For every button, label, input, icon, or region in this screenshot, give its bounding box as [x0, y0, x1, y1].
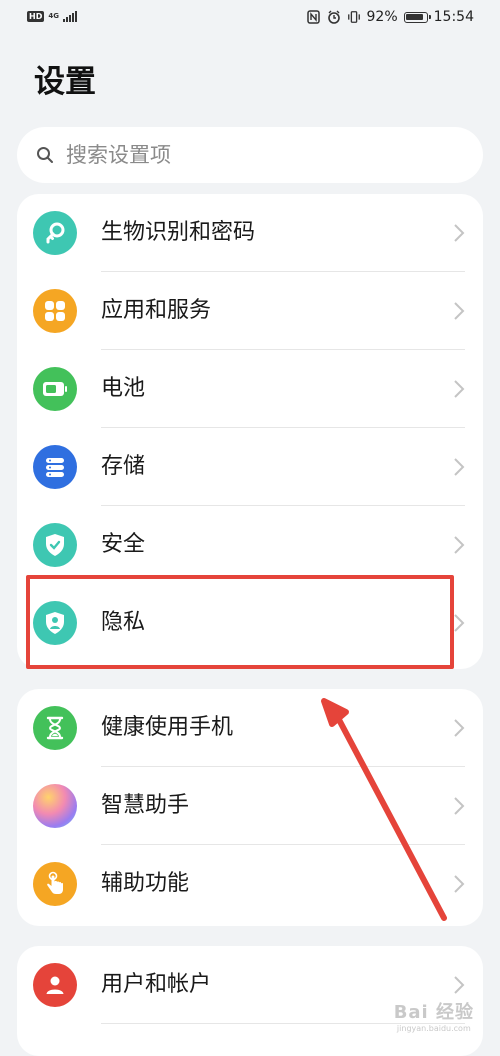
chevron-right-icon [454, 458, 465, 476]
status-bar: HD 4G 92% 15:54 [0, 0, 500, 40]
network-type: 4G [48, 11, 59, 20]
signal-icon [62, 10, 77, 22]
page-title: 设置 [34, 64, 96, 100]
settings-group-2: 健康使用手机 智慧助手 辅助功能 [17, 689, 483, 926]
assistant-orb-icon [33, 784, 77, 828]
settings-item-label: 智慧助手 [101, 793, 190, 818]
watermark-main: Bai 经验 [393, 1002, 474, 1023]
settings-item-label: 用户和帐户 [101, 972, 212, 997]
status-bar-right: 92% 15:54 [307, 9, 474, 25]
chevron-right-icon [454, 302, 465, 320]
settings-item-apps[interactable]: 应用和服务 [17, 272, 483, 350]
battery-icon [33, 367, 77, 411]
settings-item-digital-balance[interactable]: 健康使用手机 [17, 689, 483, 767]
storage-icon [33, 445, 77, 489]
search-bar[interactable] [17, 127, 483, 183]
chevron-right-icon [454, 380, 465, 398]
search-input[interactable] [64, 142, 448, 168]
user-icon [33, 963, 77, 1007]
battery-percent: 92% [366, 9, 398, 25]
settings-item-label: 安全 [101, 532, 146, 557]
apps-grid-icon [33, 289, 77, 333]
settings-item-label: 存储 [101, 454, 146, 479]
key-icon [33, 211, 77, 255]
hourglass-icon [33, 706, 77, 750]
highlight-box [26, 575, 454, 669]
chevron-right-icon [454, 719, 465, 737]
settings-item-label: 应用和服务 [101, 298, 212, 323]
chevron-right-icon [454, 224, 465, 242]
settings-item-label: 电池 [101, 376, 146, 401]
chevron-right-icon [454, 976, 465, 994]
clock: 15:54 [433, 9, 474, 25]
settings-item-battery[interactable]: 电池 [17, 350, 483, 428]
settings-item-storage[interactable]: 存储 [17, 428, 483, 506]
settings-item-biometrics[interactable]: 生物识别和密码 [17, 194, 483, 272]
settings-item-assistant[interactable]: 智慧助手 [17, 767, 483, 845]
chevron-right-icon [454, 536, 465, 554]
watermark: Bai 经验 jingyan.baidu.com [394, 998, 474, 1033]
battery-icon [403, 11, 431, 23]
vibrate-icon [347, 10, 361, 24]
chevron-right-icon [454, 614, 465, 632]
settings-item-accessibility[interactable]: 辅助功能 [17, 845, 483, 923]
settings-item-label: 生物识别和密码 [101, 220, 256, 245]
shield-check-icon [33, 523, 77, 567]
watermark-sub: jingyan.baidu.com [396, 1024, 471, 1033]
status-bar-left: HD 4G [27, 10, 77, 22]
settings-item-security[interactable]: 安全 [17, 506, 483, 584]
chevron-right-icon [454, 797, 465, 815]
hand-pointer-icon [33, 862, 77, 906]
hd-badge: HD [27, 10, 45, 22]
alarm-icon [327, 10, 341, 24]
settings-item-label: 辅助功能 [101, 871, 190, 896]
settings-item-label: 健康使用手机 [101, 715, 234, 740]
search-icon [37, 147, 53, 163]
chevron-right-icon [454, 875, 465, 893]
nfc-icon [307, 10, 321, 24]
